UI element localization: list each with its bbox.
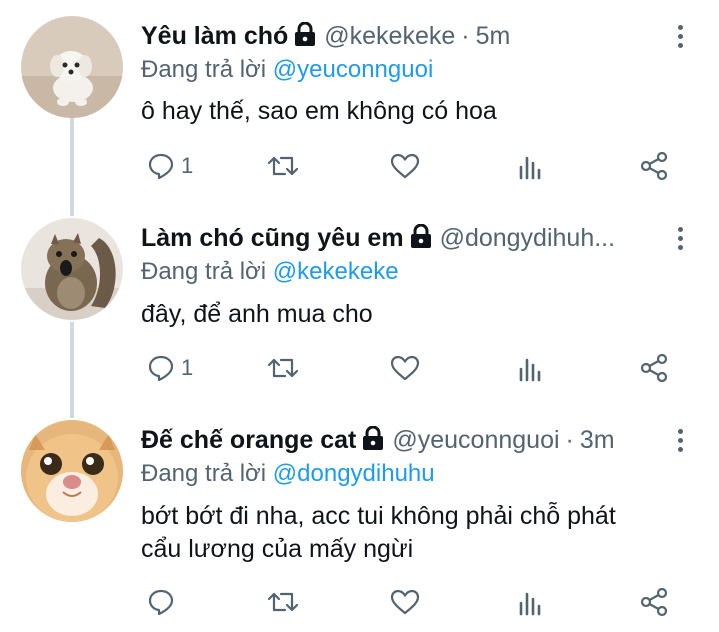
reply-icon	[148, 355, 174, 382]
retweet-icon	[267, 156, 299, 176]
more-options-icon[interactable]	[672, 220, 688, 256]
reply-button[interactable]: 1	[147, 148, 193, 184]
analytics-button[interactable]	[516, 148, 544, 184]
tweet-text-line: ô hay thế, sao em không có hoa	[141, 97, 497, 125]
share-button[interactable]	[638, 584, 670, 620]
heart-icon	[390, 589, 420, 615]
analytics-button[interactable]	[516, 584, 544, 620]
timestamp[interactable]: 3m	[580, 426, 615, 455]
white-puppy-image	[21, 16, 123, 118]
tweet[interactable]: Làm chó cũng yêu em @dongydihuh... Đang …	[0, 206, 719, 412]
retweet-button[interactable]	[266, 148, 300, 184]
user-handle[interactable]: @dongydihuh...	[440, 224, 616, 253]
display-name[interactable]: Yêu làm chó	[141, 22, 288, 51]
analytics-icon	[519, 156, 541, 180]
action-bar: 1	[141, 350, 681, 386]
user-handle[interactable]: @yeuconnguoi	[392, 426, 559, 455]
more-options-icon[interactable]	[672, 18, 688, 54]
analytics-button[interactable]	[516, 350, 544, 386]
lock-icon	[294, 21, 316, 51]
share-icon	[640, 587, 668, 617]
squirrel-image	[21, 218, 123, 320]
lock-icon	[410, 223, 432, 253]
tweet-header: Đế chế orange cat @yeuconnguoi · 3m	[141, 422, 615, 458]
timestamp[interactable]: 5m	[476, 22, 511, 51]
action-bar	[141, 584, 681, 620]
reply-button[interactable]	[147, 584, 181, 620]
retweet-icon	[267, 358, 299, 378]
tweet-text: ô hay thế, sao em không có hoa	[141, 95, 701, 128]
replying-to-label: Đang trả lời	[141, 460, 273, 487]
reply-button[interactable]: 1	[147, 350, 193, 386]
tweet-text-line: cẩu lương của mấy ngừi	[141, 535, 414, 563]
like-button[interactable]	[389, 148, 421, 184]
heart-icon	[390, 355, 420, 381]
reply-count: 1	[181, 153, 194, 178]
analytics-icon	[519, 592, 541, 616]
tweet-header: Làm chó cũng yêu em @dongydihuh...	[141, 220, 615, 256]
tweet[interactable]: Đế chế orange cat @yeuconnguoi · 3m Đang…	[0, 412, 719, 632]
lock-icon	[362, 425, 384, 455]
share-icon	[640, 353, 668, 383]
share-button[interactable]	[638, 350, 670, 386]
reply-icon	[148, 153, 174, 180]
tweet-text-line: bớt bớt đi nha, acc tui không phải chỗ p…	[141, 502, 616, 530]
avatar[interactable]	[21, 218, 123, 320]
like-button[interactable]	[389, 584, 421, 620]
retweet-icon	[267, 592, 299, 612]
tweet-header: Yêu làm chó @kekekeke · 5m	[141, 18, 510, 54]
avatar[interactable]	[21, 420, 123, 522]
separator-dot: ·	[565, 425, 574, 454]
share-button[interactable]	[638, 148, 670, 184]
reply-count: 1	[181, 355, 194, 380]
mention-link[interactable]: @dongydihuhu	[273, 460, 435, 487]
share-icon	[640, 151, 668, 181]
analytics-icon	[519, 358, 541, 382]
tweet[interactable]: Yêu làm chó @kekekeke · 5m Đang trả lời …	[0, 0, 719, 206]
orange-cat-image	[21, 420, 123, 522]
replying-to-label: Đang trả lời	[141, 56, 273, 83]
replying-to: Đang trả lời @dongydihuhu	[141, 460, 435, 488]
heart-icon	[390, 153, 420, 179]
display-name[interactable]: Đế chế orange cat	[141, 426, 356, 455]
like-button[interactable]	[389, 350, 421, 386]
reply-icon	[148, 589, 174, 616]
user-handle[interactable]: @kekekeke	[324, 22, 455, 51]
avatar[interactable]	[21, 16, 123, 118]
action-bar: 1	[141, 148, 681, 184]
more-options-icon[interactable]	[672, 422, 688, 458]
display-name[interactable]: Làm chó cũng yêu em	[141, 224, 404, 253]
replying-to: Đang trả lời @yeuconnguoi	[141, 56, 433, 84]
tweet-text-line: đây, để anh mua cho	[141, 300, 373, 328]
separator-dot: ·	[461, 21, 470, 50]
tweet-text: đây, để anh mua cho	[141, 298, 701, 331]
replying-to: Đang trả lời @kekekeke	[141, 258, 399, 286]
retweet-button[interactable]	[266, 584, 300, 620]
mention-link[interactable]: @kekekeke	[273, 258, 399, 285]
retweet-button[interactable]	[266, 350, 300, 386]
replying-to-label: Đang trả lời	[141, 258, 273, 285]
tweet-text: bớt bớt đi nha, acc tui không phải chỗ p…	[141, 500, 701, 566]
mention-link[interactable]: @yeuconnguoi	[273, 56, 433, 83]
